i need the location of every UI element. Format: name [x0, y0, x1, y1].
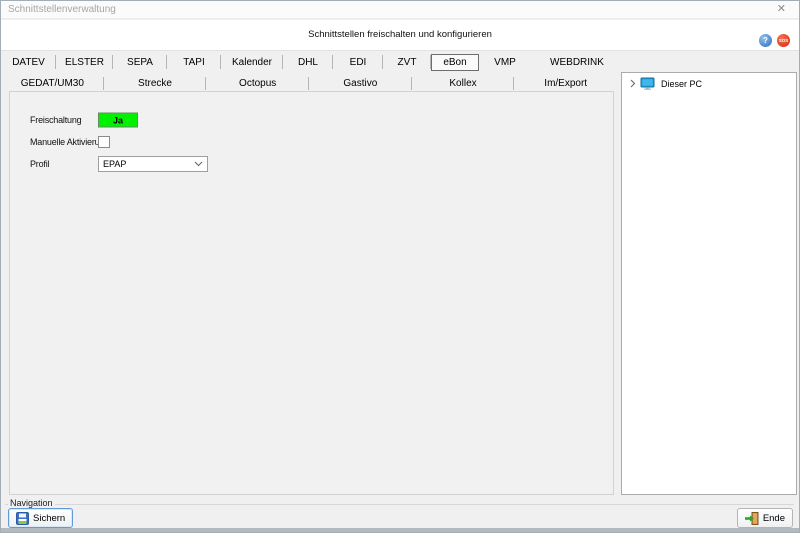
profil-select[interactable]: EPAP	[98, 156, 208, 172]
help-icon[interactable]: ?	[759, 34, 772, 47]
freischaltung-row: Freischaltung Ja	[10, 109, 613, 131]
freischaltung-label: Freischaltung	[30, 115, 82, 125]
navigation-group-border	[5, 504, 794, 505]
chevron-down-icon	[194, 161, 203, 167]
tab-kalender[interactable]: Kalender	[221, 51, 283, 73]
titlebar: Schnittstellenverwaltung ✕	[1, 1, 799, 19]
tab-sepa[interactable]: SEPA	[113, 51, 167, 73]
tree-item-label: Dieser PC	[661, 78, 703, 89]
save-floppy-icon	[16, 511, 29, 525]
tab-zvt[interactable]: ZVT	[383, 51, 431, 73]
profil-selected-value: EPAP	[103, 159, 127, 169]
tab-tapi[interactable]: TAPI	[167, 51, 221, 73]
page-title: Schnittstellen freischalten und konfigur…	[308, 29, 492, 40]
chevron-right-icon[interactable]	[630, 79, 636, 88]
schnittstellenverwaltung-window: Schnittstellenverwaltung ✕ Schnittstelle…	[0, 0, 800, 533]
tab-vmp[interactable]: VMP	[479, 51, 531, 73]
tree-item-dieser-pc[interactable]: Dieser PC	[622, 73, 796, 90]
tab-webdrink[interactable]: WEBDRINK	[531, 51, 623, 73]
manuelle-aktivierung-checkbox[interactable]	[98, 136, 110, 148]
sichern-button-label: Sichern	[33, 512, 66, 524]
footer: Navigation Sichern Ende	[1, 495, 799, 530]
navigation-group-label: Navigation	[8, 498, 55, 508]
tab-row-1: DATEV ELSTER SEPA TAPI Kalender DHL EDI …	[1, 51, 799, 73]
tab-ebon[interactable]: eBon	[431, 53, 479, 71]
window-bottom-edge	[1, 528, 799, 532]
tab-datev[interactable]: DATEV	[1, 51, 56, 73]
navigation-tree: Dieser PC	[621, 72, 797, 495]
window-title: Schnittstellenverwaltung	[8, 4, 116, 15]
tab-dhl[interactable]: DHL	[283, 51, 333, 73]
exit-door-icon	[744, 511, 759, 525]
tab-elster[interactable]: ELSTER	[56, 51, 113, 73]
profil-label: Profil	[30, 159, 50, 169]
header: Schnittstellen freischalten und konfigur…	[1, 20, 799, 50]
freischaltung-status-badge: Ja	[98, 112, 138, 128]
ende-button[interactable]: Ende	[736, 508, 793, 528]
ende-button-label: Ende	[762, 512, 785, 524]
close-icon[interactable]: ✕	[777, 4, 792, 15]
settings-panel: Freischaltung Ja Manuelle Aktivierung Pr…	[9, 91, 614, 495]
manuelle-aktivierung-row: Manuelle Aktivierung	[10, 131, 613, 153]
sichern-button[interactable]: Sichern	[8, 508, 74, 528]
tab-edi[interactable]: EDI	[333, 51, 383, 73]
header-icons: ? SOS	[759, 34, 790, 47]
profil-row: Profil EPAP	[10, 153, 613, 175]
sos-icon[interactable]: SOS	[777, 34, 790, 47]
computer-icon	[640, 77, 655, 90]
